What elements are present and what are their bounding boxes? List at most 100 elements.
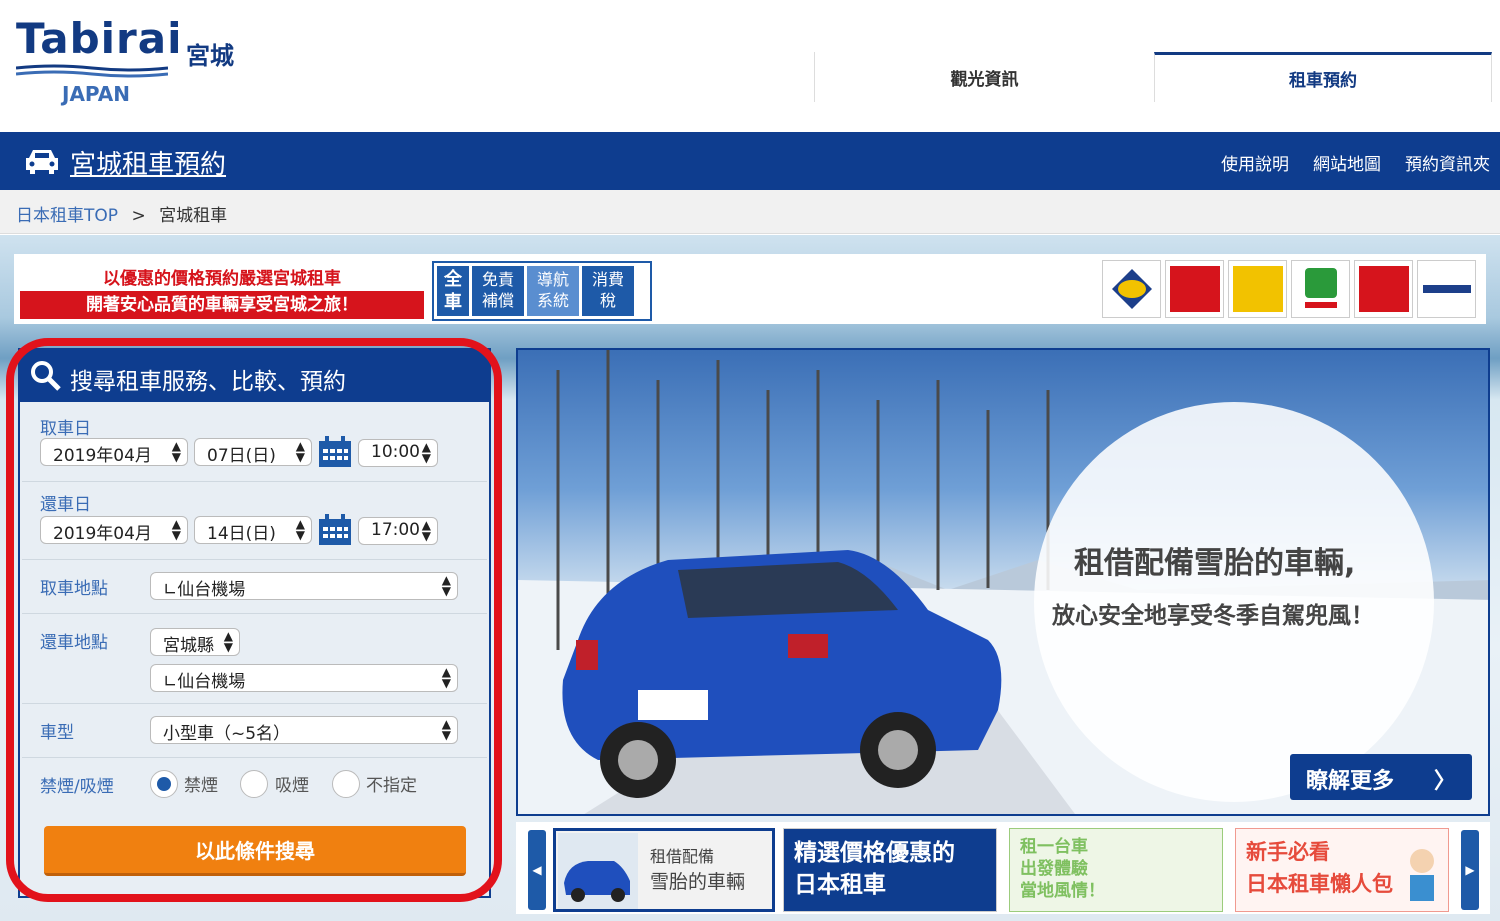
- logo-sub: JAPAN: [62, 82, 130, 106]
- breadcrumb-separator: >: [131, 206, 146, 226]
- carousel-next-button[interactable]: ▶: [1461, 830, 1479, 910]
- learn-more-button[interactable]: 瞭解更多 〉: [1290, 754, 1472, 800]
- included-badges: 全 車 免責 補償 導航 系統 消費 稅: [432, 261, 652, 321]
- pickup-month-select[interactable]: 2019年04月 ▲ ▼: [40, 438, 188, 466]
- badge-all-1: 全: [444, 268, 462, 290]
- radio-any[interactable]: [332, 770, 360, 798]
- thumb3-line3: 當地風情！: [1020, 881, 1105, 901]
- search-panel-header: 搜尋租車服務、比較、預約: [20, 350, 489, 402]
- radio-smoking-label: 吸煙: [275, 776, 309, 796]
- search-panel-title: 搜尋租車服務、比較、預約: [70, 369, 346, 395]
- select-arrows-icon: ▲ ▼: [421, 440, 431, 465]
- tabirai-logo[interactable]: Tabirai JAPAN: [16, 14, 182, 106]
- calendar-icon[interactable]: [318, 514, 352, 546]
- region-label: 宮城: [186, 42, 234, 70]
- carousel-item-local-experience[interactable]: 租一台車 出發體驗 當地風情！: [1009, 828, 1223, 912]
- magnifier-icon: [31, 361, 61, 391]
- calendar-icon[interactable]: [318, 436, 352, 468]
- radio-no-smoking[interactable]: [150, 770, 178, 798]
- select-arrows-icon: ▲ ▼: [171, 517, 181, 542]
- nippon-icon: [1358, 266, 1409, 312]
- pickup-day-select[interactable]: 07日(日) ▲ ▼: [194, 438, 312, 466]
- return-place-select[interactable]: ∟仙台機場 ▲ ▼: [150, 664, 458, 692]
- brand-nippon-logo: [1354, 260, 1413, 318]
- budget-icon: [1422, 285, 1471, 293]
- learn-more-label: 瞭解更多: [1306, 769, 1395, 794]
- breadcrumb: 日本租車TOP > 宮城租車: [0, 190, 1500, 234]
- badge-insurance: 免責 補償: [472, 266, 524, 316]
- smoking-row: 禁煙/吸煙 禁煙 吸煙 不指定: [22, 758, 487, 812]
- select-arrows-icon: ▲ ▼: [421, 518, 431, 543]
- pickup-time-select[interactable]: 10:00 ▲ ▼: [358, 439, 438, 467]
- badge-all-2: 車: [444, 292, 462, 313]
- select-arrows-icon: ▲ ▼: [441, 717, 451, 742]
- badge-insurance-l2: 補償: [481, 291, 514, 310]
- car-thumbnail-image: [558, 833, 638, 909]
- pickup-date-label: 取車日: [40, 419, 91, 439]
- badge-navigation-l1: 導航: [536, 270, 569, 290]
- carousel-prev-button[interactable]: ◀: [528, 830, 546, 910]
- pickup-place-select[interactable]: ∟仙台機場 ▲ ▼: [150, 572, 458, 600]
- rental-brand-logos: [1102, 260, 1476, 318]
- carousel-item-deals[interactable]: 精選價格優惠的 日本租車: [783, 828, 997, 912]
- link-booking-folder[interactable]: 預約資訊夾: [1405, 150, 1490, 175]
- hero-banner[interactable]: 租借配備雪胎的車輛, 放心安全地享受冬季自駕兜風！ 瞭解更多 〉: [516, 348, 1490, 816]
- thumb4-line1: 新手必看: [1246, 840, 1330, 864]
- page-title[interactable]: 宮城租車預約: [70, 144, 226, 181]
- return-time-value: 17:00: [371, 520, 420, 540]
- nav-tourism[interactable]: 觀光資訊: [814, 52, 1154, 102]
- select-arrows-icon: ▲ ▼: [295, 439, 305, 464]
- brand-times-logo: [1228, 260, 1287, 318]
- brand-toyota-logo: [1291, 260, 1350, 318]
- badge-tax-l2: 稅: [599, 291, 616, 310]
- car-type-select[interactable]: 小型車（~5名） ▲ ▼: [150, 716, 458, 744]
- select-arrows-icon: ▲ ▼: [295, 517, 305, 542]
- return-month-select[interactable]: 2019年04月 ▲ ▼: [40, 516, 188, 544]
- thumb2-line1: 精選價格優惠的: [794, 840, 955, 866]
- radio-smoking[interactable]: [240, 770, 268, 798]
- carousel-item-beginner-guide[interactable]: 新手必看 日本租車懶人包: [1235, 828, 1449, 912]
- logo-text: Tabirai: [16, 14, 183, 63]
- select-arrows-icon: ▲ ▼: [223, 629, 233, 654]
- return-place-row: 還車地點 宮城縣 ▲ ▼ ∟仙台機場 ▲ ▼: [22, 614, 487, 704]
- page-title-bar: 宮城租車預約 使用說明 網站地圖 預約資訊夾: [0, 132, 1500, 190]
- car-icon: [26, 150, 58, 174]
- hero-headline: 租借配備雪胎的車輛,: [1074, 546, 1356, 581]
- search-submit-button[interactable]: 以此條件搜尋: [44, 826, 466, 876]
- carousel-item-snow-tires[interactable]: 租借配備 雪胎的車輛: [553, 828, 775, 912]
- brand-orix-logo: [1102, 260, 1161, 318]
- car-type-value: 小型車（~5名）: [163, 724, 291, 744]
- return-time-select[interactable]: 17:00 ▲ ▼: [358, 517, 438, 545]
- hero-subheadline: 放心安全地享受冬季自駕兜風！: [1052, 603, 1374, 629]
- badge-navigation-l2: 系統: [536, 291, 569, 310]
- nav-car-rental[interactable]: 租車預約: [1154, 52, 1492, 102]
- logo-wave-icon: [16, 64, 168, 78]
- breadcrumb-home[interactable]: 日本租車TOP: [16, 206, 118, 226]
- person-illustration-icon: [1410, 849, 1434, 901]
- pickup-place-row: 取車地點 ∟仙台機場 ▲ ▼: [22, 560, 487, 614]
- radio-no-smoking-label: 禁煙: [184, 776, 218, 796]
- brand-budget-logo: [1417, 260, 1476, 318]
- thumb2-line2: 日本租車: [794, 872, 886, 898]
- site-header: Tabirai JAPAN 宮城 觀光資訊 租車預約: [0, 0, 1500, 132]
- pickup-place-value: ∟仙台機場: [163, 580, 246, 600]
- badge-tax: 消費 稅: [582, 266, 634, 316]
- pickup-place-label: 取車地點: [40, 579, 108, 599]
- radio-any-label: 不指定: [366, 776, 417, 796]
- select-arrows-icon: ▲ ▼: [441, 665, 451, 690]
- select-arrows-icon: ▲ ▼: [441, 573, 451, 598]
- car-type-label: 車型: [40, 723, 74, 743]
- orix-icon: [1111, 269, 1152, 309]
- return-prefecture-select[interactable]: 宮城縣 ▲ ▼: [150, 628, 240, 656]
- return-date-label: 還車日: [40, 495, 91, 515]
- return-day-select[interactable]: 14日(日) ▲ ▼: [194, 516, 312, 544]
- thumb1-line1: 租借配備: [650, 847, 715, 866]
- badge-navigation: 導航 系統: [527, 266, 579, 316]
- chevron-right-icon: 〉: [1433, 769, 1456, 794]
- link-sitemap[interactable]: 網站地圖: [1313, 150, 1381, 175]
- return-place-value: ∟仙台機場: [163, 672, 246, 692]
- pickup-date-row: 取車日 2019年04月 ▲ ▼ 07日(日) ▲ ▼ 10:00 ▲ ▼: [22, 404, 487, 482]
- link-usage[interactable]: 使用說明: [1221, 150, 1289, 175]
- badge-all-cars: 全 車: [437, 266, 469, 316]
- pickup-day-value: 07日(日): [207, 446, 276, 466]
